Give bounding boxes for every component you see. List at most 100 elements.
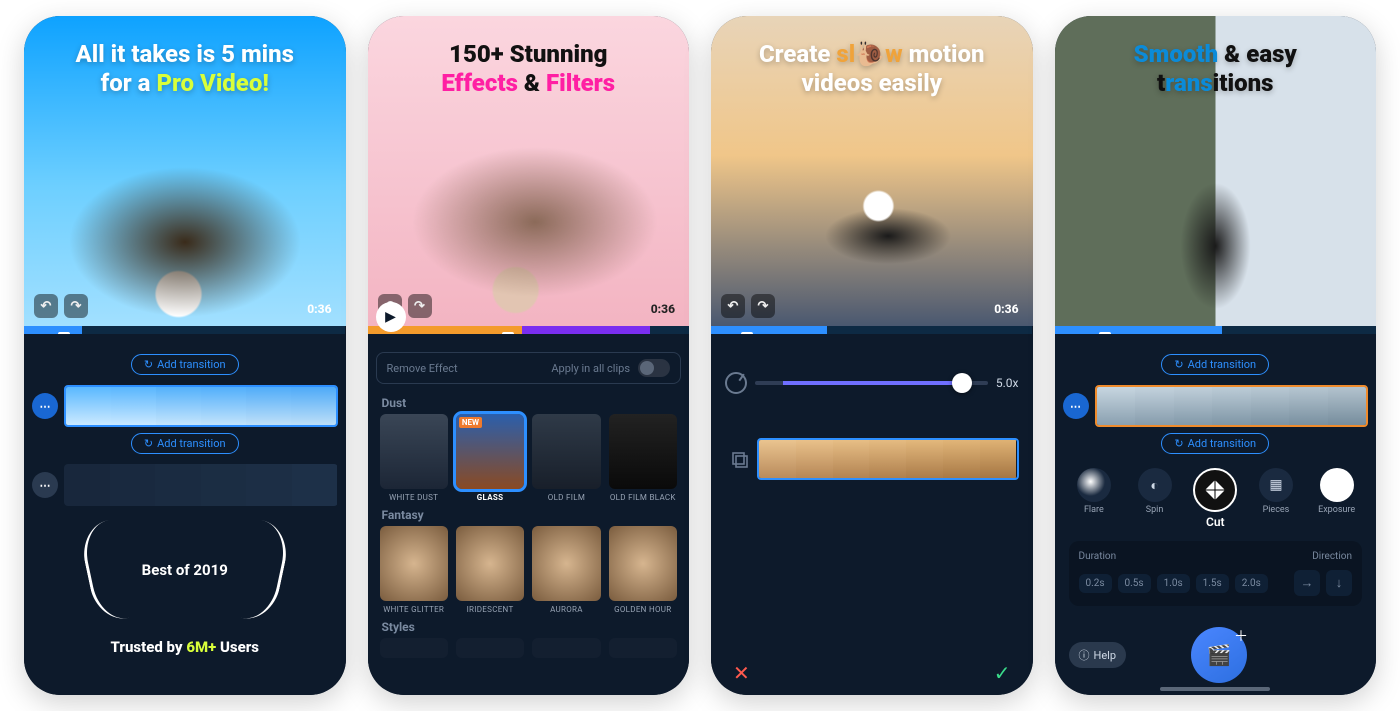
timecode: 0:36 [307, 302, 331, 316]
pieces-icon: ▦ [1259, 468, 1293, 502]
hero-line2: Effects & Filters [441, 69, 615, 98]
transition-pieces[interactable]: ▦Pieces [1251, 468, 1302, 515]
screenshot-4: Smooth & easy transitions ↻ Add transiti… [1055, 16, 1377, 695]
help-button[interactable]: ⓘ Help [1069, 642, 1127, 668]
hero-line1: Create sl🐌w motion [759, 40, 985, 69]
effect-golden-hour[interactable]: GOLDEN HOUR [609, 526, 677, 614]
effect-iridescent[interactable]: IRIDESCENT [456, 526, 524, 614]
transition-spin[interactable]: ◐Spin [1129, 468, 1180, 515]
duration-1.5s[interactable]: 1.5s [1196, 574, 1229, 593]
clip-options-button-2[interactable]: ⋯ [32, 472, 58, 498]
add-transition-button[interactable]: ↻ Add transition [131, 354, 239, 375]
duration-direction-panel: Duration Direction 0.2s 0.5s 1.0s 1.5s 2… [1069, 541, 1363, 606]
hero-line1: 150+ Stunning [449, 40, 607, 69]
play-button[interactable]: ▶ [376, 302, 406, 332]
hero-2: 150+ Stunning Effects & Filters ↶ ↷ 0:36 [368, 16, 690, 326]
speed-value: 5.0x [996, 376, 1019, 390]
redo-button[interactable]: ↷ [408, 294, 432, 318]
section-fantasy: Fantasy [382, 508, 682, 522]
editor-panel-1: ↻ Add transition ⋯ ↻ Add transition ⋯ [24, 334, 346, 695]
duration-1.0s[interactable]: 1.0s [1157, 574, 1190, 593]
clip-options-button[interactable]: ⋯ [32, 393, 58, 419]
effect-old-film-black[interactable]: OLD FILM BLACK [609, 414, 677, 502]
effect-white-glitter[interactable]: WHITE GLITTER [380, 526, 448, 614]
cut-icon [1193, 468, 1237, 512]
timeline-track[interactable] [368, 326, 690, 334]
hero-line2: for a Pro Video! [101, 69, 269, 98]
filmstrip-1[interactable] [64, 385, 338, 427]
award-text: Best of 2019 [142, 561, 228, 579]
speed-knob[interactable] [952, 373, 972, 393]
effect-white-dust[interactable]: WHITE DUST [380, 414, 448, 502]
effect-aurora[interactable]: AURORA [532, 526, 600, 614]
confirm-button[interactable]: ✓ [994, 661, 1011, 685]
plus-icon: ＋ [1234, 626, 1248, 646]
effect-toolbar: Remove Effect Apply in all clips [376, 352, 682, 384]
filmstrip-2[interactable] [64, 464, 338, 506]
section-dust: Dust [382, 396, 682, 410]
apply-all-toggle[interactable] [638, 359, 670, 377]
hero-1: All it takes is 5 mins for a Pro Video! … [24, 16, 346, 326]
screenshot-1: All it takes is 5 mins for a Pro Video! … [24, 16, 346, 695]
screenshot-3: Create sl🐌w motion videos easily ↶ ↷ 0:3… [711, 16, 1033, 695]
speed-control: 5.0x [725, 372, 1019, 394]
timeline-track[interactable] [711, 326, 1033, 334]
direction-options: → ↓ [1294, 570, 1352, 596]
confirm-row: ✕ ✓ [711, 661, 1033, 685]
clip-options-button[interactable]: ⋯ [1063, 393, 1089, 419]
add-transition-button[interactable]: ↻ Add transition [1161, 354, 1269, 375]
spin-icon: ◐ [1138, 468, 1172, 502]
record-button[interactable]: 🎬＋ [1191, 627, 1247, 683]
effects-row-styles [376, 638, 682, 658]
timeline-track[interactable] [24, 326, 346, 334]
remove-effect-button[interactable]: Remove Effect [387, 362, 458, 375]
hero-line1: All it takes is 5 mins [76, 40, 294, 69]
transition-flare[interactable]: Flare [1069, 468, 1120, 515]
direction-down[interactable]: ↓ [1326, 570, 1352, 596]
redo-button[interactable]: ↷ [64, 294, 88, 318]
hero-line2: videos easily [802, 69, 942, 98]
transition-cut[interactable]: Cut [1190, 468, 1241, 529]
transition-exposure[interactable]: Exposure [1311, 468, 1362, 515]
effects-row-fantasy: WHITE GLITTER IRIDESCENT AURORA GOLDEN H… [376, 526, 682, 614]
speed-slider[interactable] [755, 381, 988, 385]
award-badge: Best of 2019 Trusted by 6M+ Users [32, 524, 338, 656]
section-styles: Styles [382, 620, 682, 634]
snail-icon: 🐌 [855, 40, 885, 68]
add-transition-button-2[interactable]: ↻ Add transition [1161, 433, 1269, 454]
transition-picker: Flare ◐Spin Cut ▦Pieces Exposure [1063, 460, 1369, 533]
timecode: 0:36 [994, 302, 1018, 316]
filmstrip[interactable] [1095, 385, 1369, 427]
hero-illustration [1055, 126, 1377, 326]
effects-row-dust: WHITE DUST NEWGLASS OLD FILM OLD FILM BL… [376, 414, 682, 502]
undo-button[interactable]: ↶ [721, 294, 745, 318]
flare-icon [1077, 468, 1111, 502]
timecode: 0:36 [651, 302, 675, 316]
undo-redo: ↶ ↷ [721, 294, 775, 318]
effect-old-film[interactable]: OLD FILM [532, 414, 600, 502]
exposure-icon [1320, 468, 1354, 502]
hero-line2: transitions [1157, 69, 1273, 98]
crop-icon[interactable] [729, 448, 751, 470]
cancel-button[interactable]: ✕ [733, 661, 750, 685]
duration-options: 0.2s 0.5s 1.0s 1.5s 2.0s [1079, 574, 1268, 593]
speed-dial-icon [725, 372, 747, 394]
trusted-text: Trusted by 6M+ Users [111, 638, 260, 656]
hero-4: Smooth & easy transitions [1055, 16, 1377, 326]
undo-button[interactable]: ↶ [34, 294, 58, 318]
home-indicator [1160, 687, 1270, 691]
apply-all-label: Apply in all clips [551, 362, 630, 375]
redo-button[interactable]: ↷ [751, 294, 775, 318]
clip-row-2: ⋯ [32, 464, 338, 506]
filmstrip[interactable] [757, 438, 1019, 480]
clip-row: ⋯ [1063, 385, 1369, 427]
duration-0.5s[interactable]: 0.5s [1118, 574, 1151, 593]
screenshot-2: 150+ Stunning Effects & Filters ↶ ↷ 0:36… [368, 16, 690, 695]
clip-row [725, 438, 1019, 480]
direction-label: Direction [1312, 551, 1352, 562]
direction-right[interactable]: → [1294, 570, 1320, 596]
duration-0.2s[interactable]: 0.2s [1079, 574, 1112, 593]
effect-glass[interactable]: NEWGLASS [456, 414, 524, 502]
add-transition-button-2[interactable]: ↻ Add transition [131, 433, 239, 454]
duration-2.0s[interactable]: 2.0s [1235, 574, 1268, 593]
